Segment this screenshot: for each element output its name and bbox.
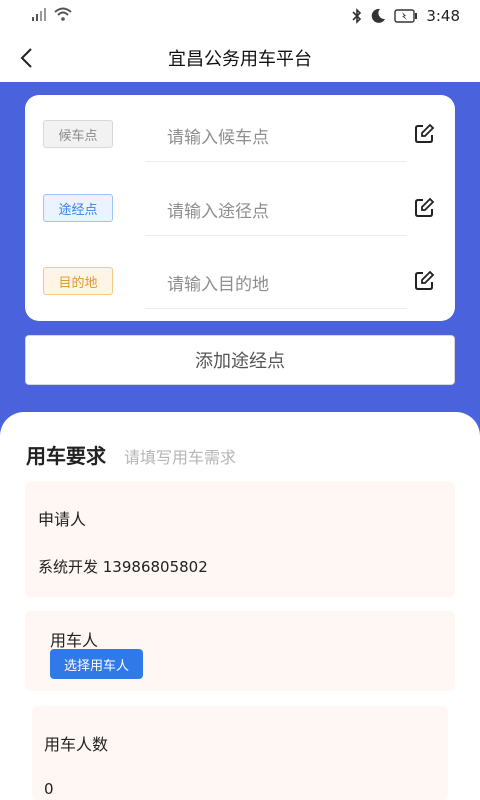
signal-icon <box>32 8 46 21</box>
route-row-waypoint[interactable]: 途经点 请输入途径点 <box>25 169 455 241</box>
edit-icon[interactable] <box>413 270 435 292</box>
page-title: 宜昌公务用车平台 <box>168 49 312 70</box>
destination-tag: 目的地 <box>43 267 113 295</box>
route-row-destination[interactable]: 目的地 请输入目的地 <box>25 242 455 314</box>
waypoint-input[interactable]: 请输入途径点 <box>167 197 269 222</box>
back-button[interactable] <box>12 44 40 72</box>
pickup-tag: 候车点 <box>43 120 113 148</box>
route-row-pickup[interactable]: 候车点 请输入候车点 <box>25 95 455 167</box>
select-user-button[interactable]: 选择用车人 <box>50 649 143 679</box>
status-time: 3:48 <box>426 7 460 25</box>
divider <box>145 235 407 236</box>
status-bar: 3:48 <box>0 0 480 34</box>
applicant-value: 系统开发 13986805802 <box>38 558 208 576</box>
status-left <box>32 7 72 21</box>
route-card: 候车点 请输入候车点 途经点 请输入途径点 目的地 请输入目的地 <box>25 95 455 321</box>
wifi-icon <box>54 7 72 21</box>
destination-input[interactable]: 请输入目的地 <box>167 270 269 295</box>
nav-bar: 宜昌公务用车平台 <box>0 34 480 82</box>
applicant-panel <box>25 481 455 597</box>
requirements-subtitle: 请填写用车需求 <box>124 448 237 467</box>
passenger-count-label: 用车人数 <box>44 735 109 754</box>
divider <box>145 161 407 162</box>
moon-icon <box>372 8 386 23</box>
passenger-count-value[interactable]: 0 <box>44 780 54 798</box>
applicant-label: 申请人 <box>38 510 87 529</box>
divider <box>145 308 407 309</box>
user-label: 用车人 <box>50 631 99 650</box>
pickup-input[interactable]: 请输入候车点 <box>167 123 269 148</box>
chevron-left-icon <box>20 48 32 68</box>
battery-icon <box>394 9 418 23</box>
waypoint-tag: 途经点 <box>43 194 113 222</box>
requirements-title: 用车要求 <box>26 444 106 468</box>
status-right: 3:48 <box>352 7 460 25</box>
add-waypoint-button[interactable]: 添加途经点 <box>25 335 455 385</box>
edit-icon[interactable] <box>413 197 435 219</box>
edit-icon[interactable] <box>413 123 435 145</box>
bluetooth-icon <box>352 8 362 24</box>
